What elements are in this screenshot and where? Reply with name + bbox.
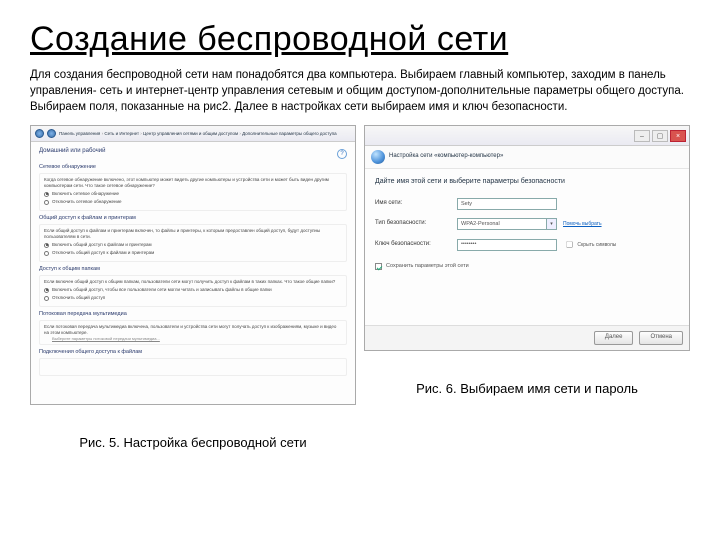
screenshot-sharing-settings: Панель управления › Сеть и Интернет › Це… bbox=[30, 125, 356, 405]
screenshot-adhoc-wizard: – ▢ × Настройка сети «компьютер-компьюте… bbox=[364, 125, 690, 351]
next-button[interactable]: Далее bbox=[594, 331, 634, 345]
save-params-checkbox[interactable] bbox=[375, 263, 382, 270]
breadcrumb[interactable]: Панель управления › Сеть и Интернет › Це… bbox=[59, 131, 337, 137]
network-globe-icon bbox=[371, 150, 385, 164]
section-file-connections: Подключения общего доступа к файлам bbox=[39, 349, 347, 356]
media-streaming-link[interactable]: Выберите параметры потоковой передачи му… bbox=[52, 336, 342, 341]
caption-fig6: Рис. 6. Выбираем имя сети и пароль bbox=[364, 381, 690, 396]
section-public-folders: Доступ к общим папкам bbox=[39, 266, 347, 273]
label-network-name: Имя сети: bbox=[375, 200, 457, 208]
select-security-type[interactable]: WPA2-Personal ▾ bbox=[457, 218, 557, 230]
wizard-titlebar: – ▢ × bbox=[365, 126, 689, 146]
maximize-button[interactable]: ▢ bbox=[652, 130, 668, 142]
figure-6: – ▢ × Настройка сети «компьютер-компьюте… bbox=[364, 125, 690, 450]
chevron-down-icon[interactable]: ▾ bbox=[547, 218, 557, 230]
figure-5: Панель управления › Сеть и Интернет › Це… bbox=[30, 125, 356, 450]
label-security-key: Ключ безопасности: bbox=[375, 241, 457, 249]
close-button[interactable]: × bbox=[670, 130, 686, 142]
minimize-button[interactable]: – bbox=[634, 130, 650, 142]
radio-discovery-off[interactable] bbox=[44, 200, 49, 205]
wizard-title: Настройка сети «компьютер-компьютер» bbox=[389, 153, 503, 161]
explorer-titlebar: Панель управления › Сеть и Интернет › Це… bbox=[31, 126, 355, 142]
radio-share-off[interactable] bbox=[44, 251, 49, 256]
caption-fig5: Рис. 5. Настройка беспроводной сети bbox=[30, 435, 356, 450]
cancel-button[interactable]: Отмена bbox=[639, 331, 683, 345]
radio-share-on[interactable] bbox=[44, 243, 49, 248]
hide-chars-checkbox[interactable] bbox=[566, 242, 573, 249]
intro-text: Для создания беспроводной сети нам понад… bbox=[30, 67, 690, 115]
help-choose-link[interactable]: Помочь выбрать bbox=[563, 221, 602, 228]
label-security-type: Тип безопасности: bbox=[375, 220, 457, 228]
section-file-printer-sharing: Общий доступ к файлам и принтерам bbox=[39, 215, 347, 222]
forward-icon[interactable] bbox=[47, 129, 56, 138]
page-title: Создание беспроводной сети bbox=[30, 20, 690, 59]
radio-discovery-on[interactable] bbox=[44, 192, 49, 197]
input-network-name[interactable]: Sety bbox=[457, 198, 557, 210]
wizard-prompt: Дайте имя этой сети и выберите параметры… bbox=[375, 177, 679, 186]
profile-heading: Домашний или рабочий bbox=[39, 148, 105, 156]
save-params-label: Сохранить параметры этой сети bbox=[386, 263, 469, 270]
section-network-discovery: Сетевое обнаружение bbox=[39, 164, 347, 171]
back-icon[interactable] bbox=[35, 129, 44, 138]
section-media-streaming: Потоковая передача мультимедиа bbox=[39, 311, 347, 318]
help-icon[interactable]: ? bbox=[337, 149, 347, 159]
input-security-key[interactable]: •••••••• bbox=[457, 239, 557, 251]
radio-public-on[interactable] bbox=[44, 288, 49, 293]
radio-public-off[interactable] bbox=[44, 296, 49, 301]
figures-row: Панель управления › Сеть и Интернет › Це… bbox=[30, 125, 690, 450]
